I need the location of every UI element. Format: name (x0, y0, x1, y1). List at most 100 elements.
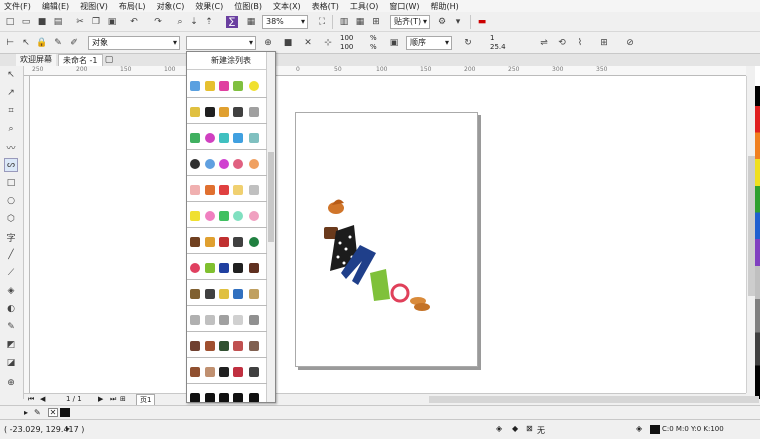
lock-icon[interactable]: 🔒 (36, 37, 48, 49)
menu-edit[interactable]: 编辑(E) (42, 1, 69, 12)
artistic-media-tool-icon[interactable]: ᔕ (4, 158, 18, 172)
vertical-scroll-thumb[interactable] (748, 156, 755, 296)
nudge-y-input[interactable]: 25.4 (490, 43, 506, 51)
spray-row-ornaments[interactable] (187, 386, 267, 402)
play-icon[interactable]: ▸ (24, 408, 28, 417)
clear-icon[interactable]: ⊘ (624, 37, 636, 49)
last-page-icon[interactable]: ⏭ (110, 395, 116, 404)
transform-icon[interactable]: ⊞ (598, 37, 610, 49)
copy-icon[interactable]: ❐ (90, 16, 102, 28)
spray-row-cutlery[interactable] (187, 308, 267, 332)
crop-tool-icon[interactable]: ⌗ (4, 104, 18, 118)
offset-icon[interactable]: ⇌ (538, 37, 550, 49)
order-select[interactable]: 顺序 (406, 36, 452, 50)
interactive-fill-tool-icon[interactable]: ◩ (4, 338, 18, 352)
scale-h-input[interactable]: 100 (340, 43, 353, 51)
menu-text[interactable]: 文本(X) (273, 1, 301, 12)
align-icon[interactable]: ⊢ (4, 37, 16, 49)
menu-effects[interactable]: 效果(C) (195, 1, 223, 12)
spray-list-select[interactable] (186, 36, 256, 50)
docker-scroll-thumb[interactable] (268, 152, 274, 242)
spray-row-kitchen[interactable] (187, 334, 267, 358)
pick-tool-icon[interactable]: ↖ (20, 37, 32, 49)
spray-row-balloons[interactable] (187, 204, 267, 228)
smart-fill-tool-icon[interactable]: ◪ (4, 356, 18, 370)
next-page-icon[interactable]: ▶ (98, 395, 103, 403)
grid-icon[interactable]: ▦ (354, 16, 366, 28)
snap-to-select[interactable]: 贴齐(T) (390, 15, 430, 29)
spray-row-utensils[interactable] (187, 360, 267, 384)
add-tool-icon[interactable]: ⊕ (4, 376, 18, 390)
welcome-screen-icon[interactable]: ▬ (476, 16, 488, 28)
search-icon[interactable]: ⌕ (174, 16, 186, 28)
prev-page-icon[interactable]: ◀ (40, 395, 45, 403)
zoom-level-select[interactable]: 38% (262, 15, 308, 29)
new-document-icon[interactable]: □ (4, 16, 16, 28)
nudge-x-input[interactable]: 1 (490, 34, 494, 42)
spray-row-clothing[interactable] (187, 256, 267, 280)
docker-scrollbar[interactable] (266, 52, 275, 402)
tab-document[interactable]: 未命名 -1 (58, 54, 103, 66)
rectangle-tool-icon[interactable]: □ (4, 176, 18, 190)
open-folder-icon[interactable]: ▭ (20, 16, 32, 28)
scale-w-input[interactable]: 100 (340, 34, 353, 42)
shape-tool-icon[interactable]: ↗ (4, 86, 18, 100)
spray-row-items[interactable] (187, 178, 267, 202)
add-page-icon[interactable]: ⊞ (120, 395, 126, 403)
spray-row-spheres[interactable] (187, 152, 267, 176)
eyedropper-icon[interactable]: ✎ (52, 37, 64, 49)
menu-object[interactable]: 对象(C) (157, 1, 185, 12)
eyedropper-icon[interactable]: ✎ (34, 408, 41, 417)
save-list-icon[interactable]: ■ (282, 37, 294, 49)
status-expand-icon[interactable]: ▸ (66, 424, 70, 433)
transparency-tool-icon[interactable]: ◐ (4, 302, 18, 316)
menu-layout[interactable]: 布局(L) (119, 1, 146, 12)
eyedropper-tool-icon[interactable]: ✎ (4, 320, 18, 334)
parallel-dimension-tool-icon[interactable]: ╱ (4, 248, 18, 262)
spray-artwork[interactable] (296, 113, 479, 368)
object-select[interactable]: 对象 (88, 36, 180, 50)
options-icon[interactable]: ⚙ (436, 16, 448, 28)
ellipse-tool-icon[interactable]: ○ (4, 194, 18, 208)
menu-view[interactable]: 视图(V) (80, 1, 108, 12)
app-launcher-icon[interactable]: ∑ (226, 16, 238, 28)
rotate-icon[interactable]: ↻ (462, 37, 474, 49)
guidelines-icon[interactable]: ⊞ (370, 16, 382, 28)
redo-icon[interactable]: ↷ (152, 16, 164, 28)
rulers-icon[interactable]: ▥ (338, 16, 350, 28)
spray-row-stationery[interactable] (187, 282, 267, 306)
horizontal-scrollbar[interactable] (429, 396, 759, 403)
smooth-icon[interactable]: ⌇ (574, 37, 586, 49)
export-icon[interactable]: ⇡ (203, 16, 215, 28)
new-tab-icon[interactable]: ▢ (104, 54, 114, 66)
corel-connect-icon[interactable]: ▦ (245, 16, 257, 28)
undo-icon[interactable]: ↶ (128, 16, 140, 28)
menu-window[interactable]: 窗口(W) (389, 1, 419, 12)
zoom-tool-icon[interactable]: ⌕ (4, 122, 18, 136)
document-page[interactable] (295, 112, 478, 367)
import-icon[interactable]: ⇣ (188, 16, 200, 28)
polygon-tool-icon[interactable]: ⬡ (4, 212, 18, 226)
text-tool-icon[interactable]: 字 (4, 230, 18, 244)
menu-bitmap[interactable]: 位图(B) (234, 1, 262, 12)
menu-help[interactable]: 帮助(H) (431, 1, 459, 12)
menu-table[interactable]: 表格(T) (312, 1, 339, 12)
spray-order-icon[interactable]: ⊹ (322, 37, 334, 49)
connector-tool-icon[interactable]: ⟋ (4, 266, 18, 280)
save-icon[interactable]: ■ (36, 16, 48, 28)
lock-ratio-icon[interactable]: ▣ (388, 37, 400, 49)
first-page-icon[interactable]: ⏮ (28, 395, 34, 404)
pick-tool-icon[interactable]: ↖ (4, 68, 18, 82)
spray-row-flowers[interactable] (187, 126, 267, 150)
tab-welcome[interactable]: 欢迎屏幕 (16, 54, 56, 66)
cut-icon[interactable]: ✂ (74, 16, 86, 28)
add-to-list-icon[interactable]: ⊕ (262, 37, 274, 49)
color-palette[interactable] (755, 66, 760, 399)
black-swatch[interactable] (60, 408, 70, 417)
paste-icon[interactable]: ▣ (106, 16, 118, 28)
menu-tools[interactable]: 工具(O) (350, 1, 379, 12)
print-icon[interactable]: ▤ (52, 16, 64, 28)
freehand-tool-icon[interactable]: 〰 (4, 140, 18, 154)
application-launcher-icon[interactable]: ▾ (452, 16, 464, 28)
spray-row-cupcakes[interactable] (187, 74, 267, 98)
